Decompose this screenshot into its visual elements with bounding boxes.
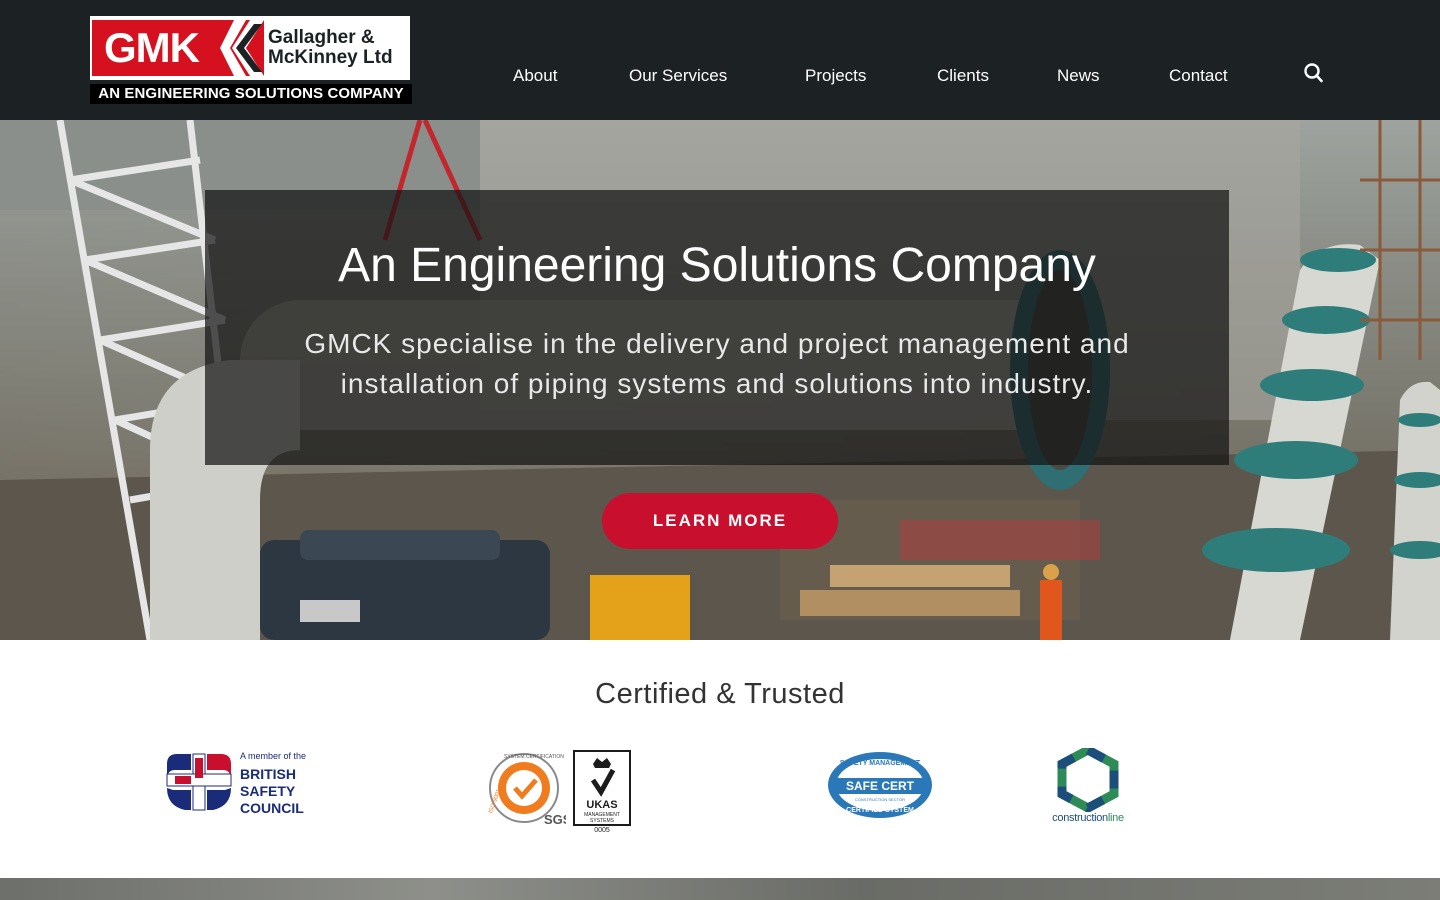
hero-text-panel: An Engineering Solutions Company GMCK sp… [205,190,1229,465]
nav-clients[interactable]: Clients [937,64,989,88]
company-logo[interactable]: GMK Gallagher & McKinney Ltd AN ENGINEER… [90,16,412,104]
sgs-iso-9001-badge[interactable]: SGS ISO 9001 SYSTEM CERTIFICATION [486,750,572,830]
constructionline-badge[interactable]: constructionline [1048,744,1128,828]
bsc-cross-icon [166,753,232,811]
safecert-icon: SAFE CERT SAFETY MANAGEMENT CONSTRUCTION… [828,752,932,818]
bsc-line1: BRITISH [240,766,296,782]
logo-name-line1: Gallagher & [268,27,375,48]
ukas-badge[interactable]: UKAS MANAGEMENT SYSTEMS 0005 [573,750,631,834]
sgs-label: SGS [544,812,566,827]
safecert-bottom: CERTIFIED SYSTEM [846,807,914,814]
bsc-text: A member of the BRITISH SAFETY COUNCIL [240,750,330,817]
ukas-label: UKAS [586,799,617,811]
nav-about[interactable]: About [513,64,557,88]
british-safety-council-badge[interactable]: A member of the BRITISH SAFETY COUNCIL [165,750,335,820]
constructionline-part1: construction [1052,812,1108,824]
hero-banner: An Engineering Solutions Company GMCK sp… [0,120,1440,640]
nav-news[interactable]: News [1057,64,1100,88]
nav-our-services[interactable]: Our Services [629,64,727,88]
sgs-ring-label: SYSTEM CERTIFICATION [504,754,564,760]
learn-more-button[interactable]: LEARN MORE [602,493,838,549]
safecert-sector: CONSTRUCTION SECTOR [855,797,905,802]
site-header: GMK Gallagher & McKinney Ltd AN ENGINEER… [0,0,1440,120]
constructionline-label: constructionline [1048,812,1128,824]
bsc-line3: COUNCIL [240,800,304,816]
next-section-image-strip [0,878,1440,900]
constructionline-part2: line [1107,812,1124,824]
nav-contact[interactable]: Contact [1169,64,1228,88]
constructionline-hexagon-icon [1057,744,1119,814]
certified-title: Certified & Trusted [595,678,845,710]
logo-company-name: Gallagher & McKinney Ltd [268,28,408,68]
bsc-member-label: A member of the [240,751,307,761]
main-nav: About Our Services Projects Clients News… [0,64,1440,88]
hero-subtitle: GMCK specialise in the delivery and proj… [304,328,1130,399]
ukas-number: 0005 [594,827,610,834]
nav-projects[interactable]: Projects [805,64,866,88]
safecert-name: SAFE CERT [846,779,915,793]
search-icon[interactable] [1302,62,1324,84]
certified-section: Certified & Trusted A member of the BRIT… [0,640,1440,878]
safecert-top: SAFETY MANAGEMENT [840,760,921,767]
bsc-line2: SAFETY [240,783,296,799]
safecert-badge[interactable]: SAFE CERT SAFETY MANAGEMENT CONSTRUCTION… [826,750,936,820]
ukas-crown-icon: UKAS MANAGEMENT SYSTEMS 0005 [573,750,631,834]
ukas-sub2: SYSTEMS [590,818,615,824]
hero-title: An Engineering Solutions Company [338,239,1096,292]
sgs-certification-icon: SGS ISO 9001 SYSTEM CERTIFICATION [488,753,572,827]
